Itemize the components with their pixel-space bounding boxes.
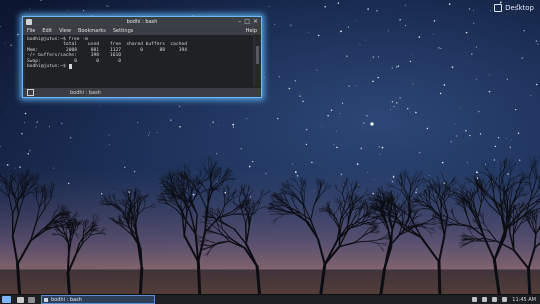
network-icon[interactable]	[472, 297, 478, 302]
volume-icon[interactable]	[482, 297, 488, 302]
cell: 0	[140, 47, 143, 53]
taskbar: bodhi : bash 11:45 AM	[0, 294, 540, 304]
desktop-icon	[494, 4, 503, 12]
menu-view[interactable]: View	[59, 28, 71, 34]
menu-edit[interactable]: Edit	[42, 28, 52, 34]
desktop-label: Desktop	[505, 4, 534, 12]
terminal-task-icon	[44, 297, 48, 302]
terminal-titlebar[interactable]: bodhi : bash – □ ×	[23, 17, 261, 26]
window-title: bodhi : bash	[126, 18, 158, 25]
menu-settings[interactable]: Settings	[113, 28, 134, 34]
tab-bash[interactable]: bodhi : bash	[70, 90, 101, 96]
terminal-menubar: File Edit View Bookmarks Settings Help	[23, 26, 261, 36]
taskbar-task-terminal[interactable]: bodhi : bash	[41, 295, 155, 304]
cell: 88	[159, 47, 165, 53]
window-controls: – □ ×	[238, 18, 258, 25]
cell: 394	[178, 47, 187, 53]
scrollbar-thumb[interactable]	[256, 46, 259, 64]
maximize-icon[interactable]: □	[244, 18, 250, 25]
terminal-tabbar: bodhi : bash	[23, 87, 261, 97]
file-manager-icon[interactable]	[17, 296, 24, 303]
minimize-icon[interactable]: –	[238, 18, 241, 25]
battery-icon[interactable]	[492, 297, 498, 302]
new-tab-icon[interactable]	[27, 89, 34, 96]
keyboard-icon[interactable]	[502, 297, 508, 302]
menu-help[interactable]: Help	[246, 28, 257, 34]
clock[interactable]: 11:45 AM	[512, 297, 536, 303]
close-icon[interactable]: ×	[253, 18, 258, 25]
cell: 0	[118, 58, 121, 64]
console-prompt-line: bodhi@jutus:~$	[27, 64, 251, 70]
prompt-text: bodhi@jutus:~$	[27, 64, 69, 70]
menu-bookmarks[interactable]: Bookmarks	[78, 28, 106, 34]
task-label: bodhi : bash	[51, 296, 82, 303]
terminal-launcher-icon[interactable]	[28, 296, 35, 303]
menu-file[interactable]: File	[27, 28, 35, 34]
terminal-scrollbar[interactable]	[255, 36, 260, 88]
desktop-button[interactable]: Desktop	[494, 2, 534, 14]
system-tray: 11:45 AM	[472, 297, 536, 303]
terminal-window[interactable]: bodhi : bash – □ × File Edit View Bookma…	[22, 16, 262, 98]
cell: 0	[96, 58, 99, 64]
start-menu-icon[interactable]	[2, 296, 11, 303]
text-cursor	[68, 64, 72, 70]
terminal-console[interactable]: bodhi@jutus:~$ free -m total used free s…	[25, 36, 253, 90]
